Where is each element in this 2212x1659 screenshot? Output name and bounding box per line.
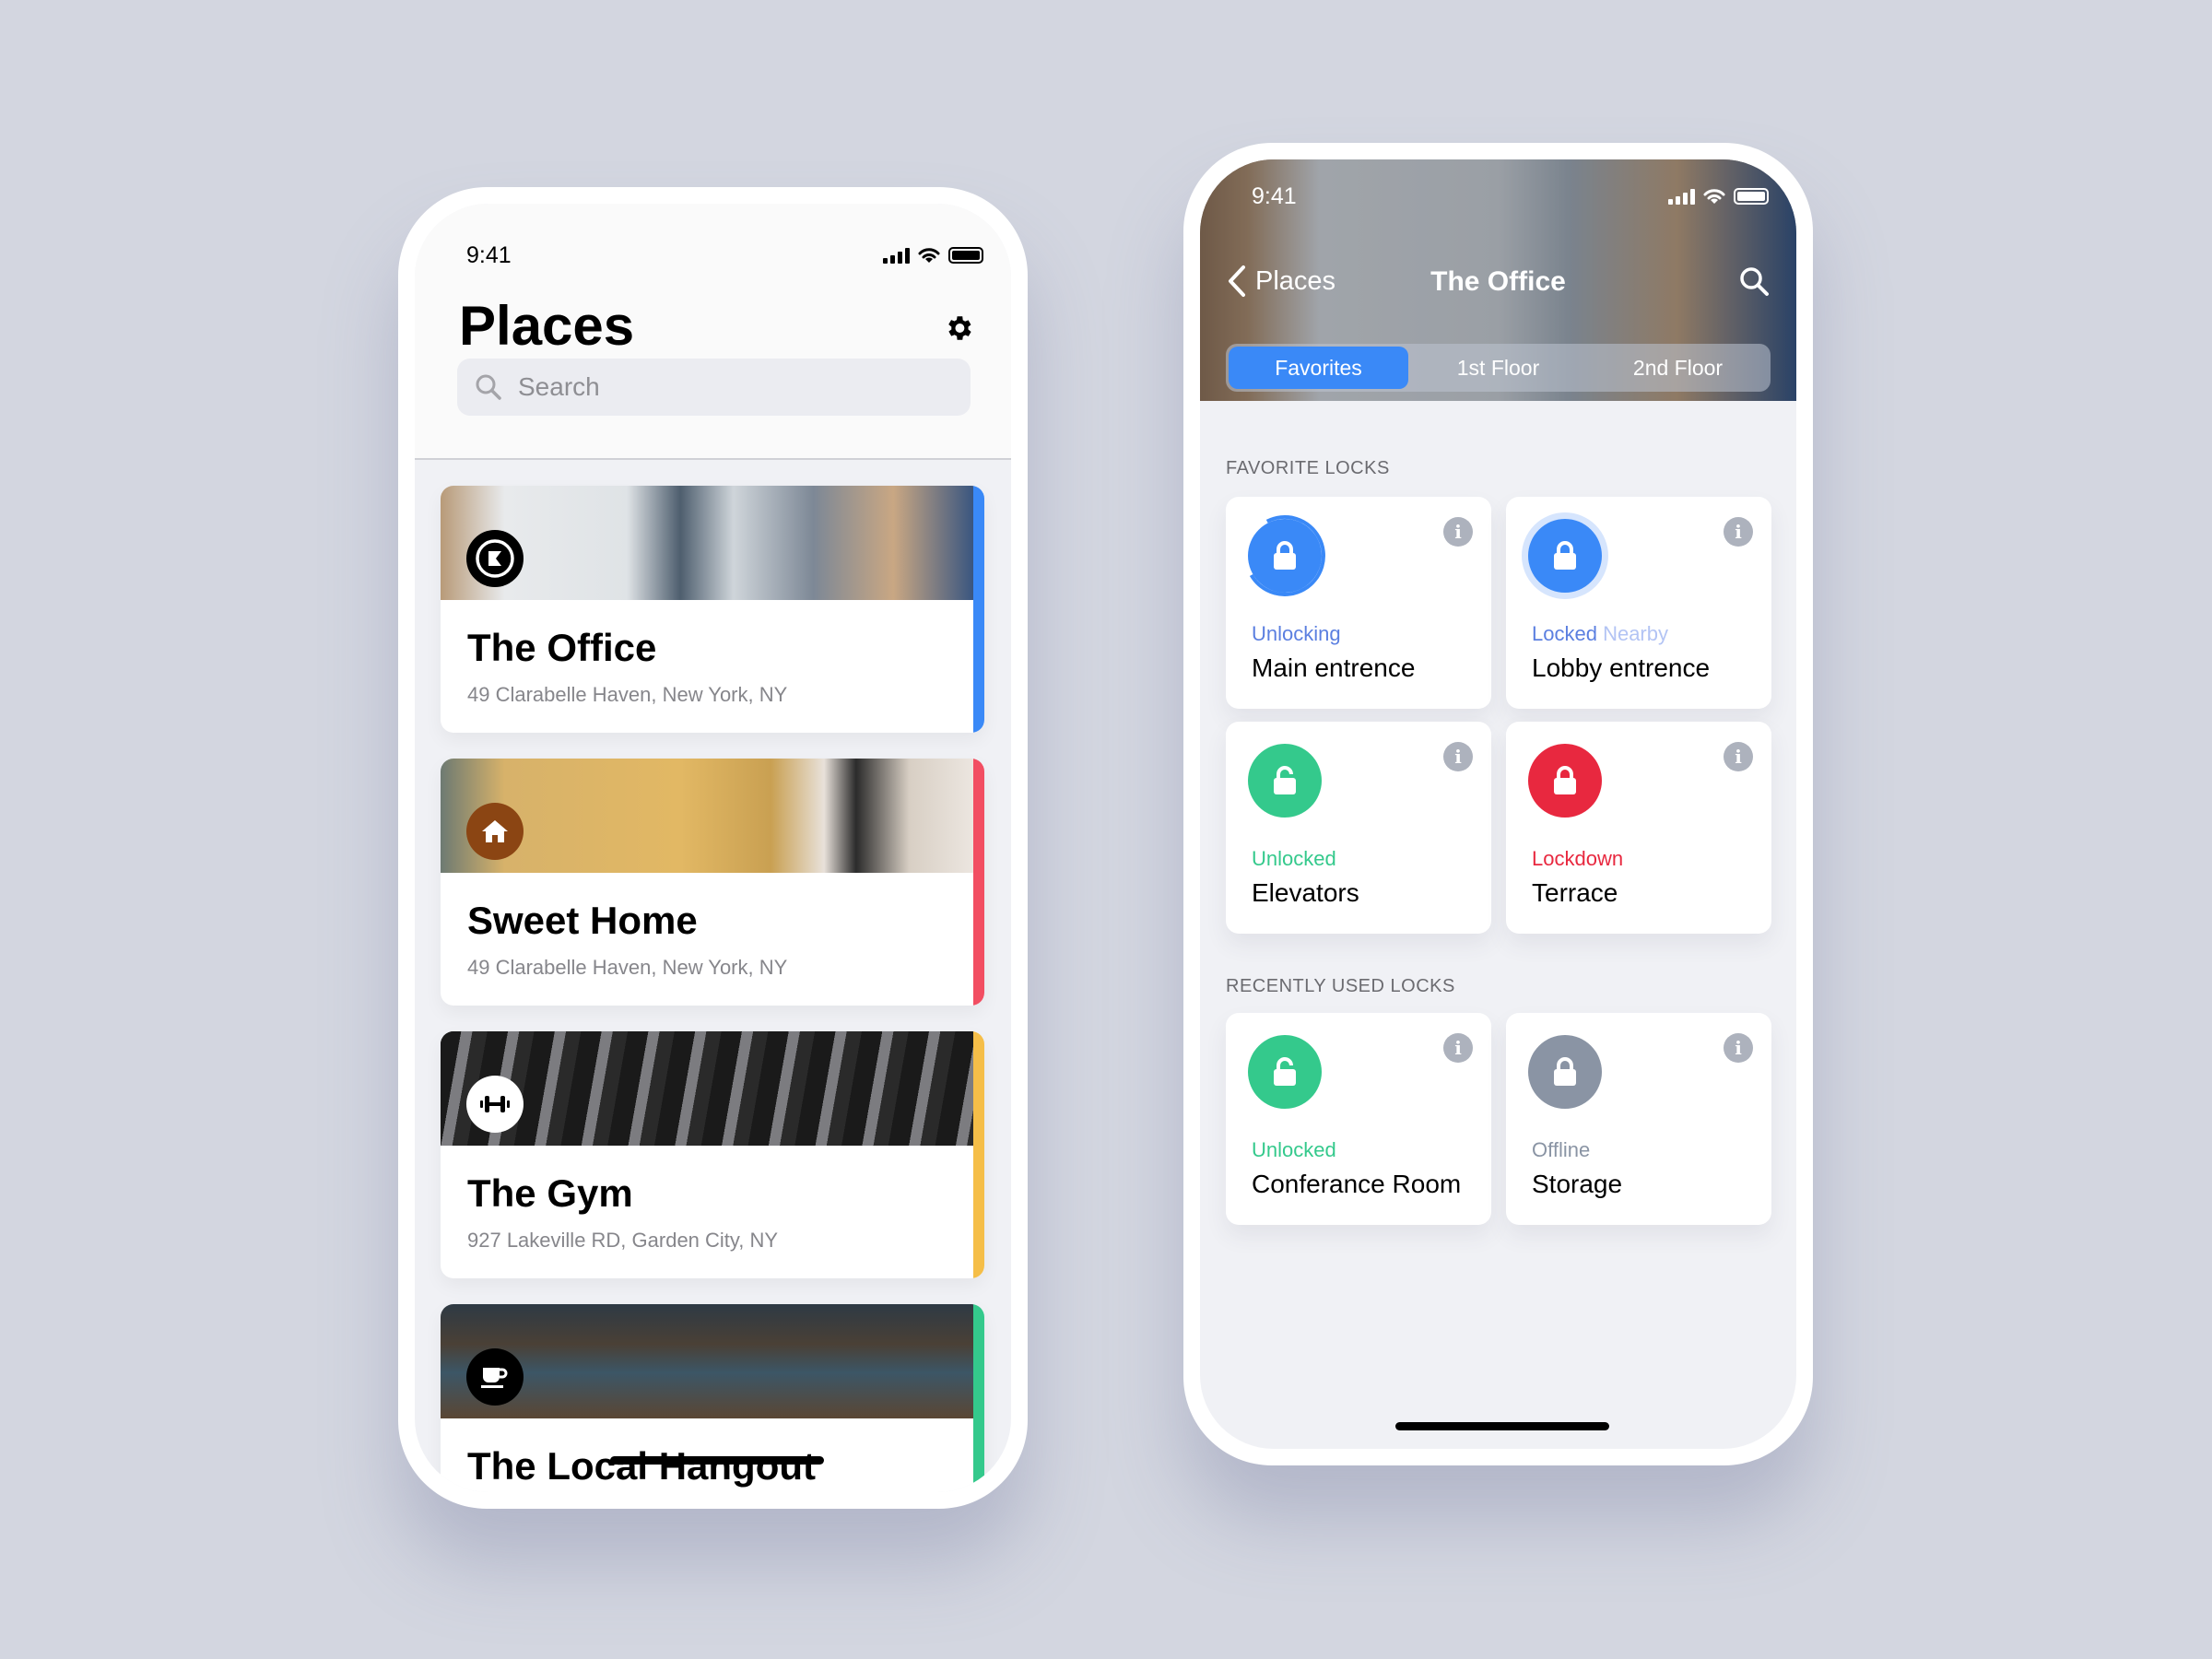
lock-card-storage[interactable]: i Offline Storage (1506, 1013, 1771, 1225)
lock-name: Storage (1532, 1170, 1623, 1198)
accent-stripe (973, 759, 984, 1006)
phone-places: The Office 49 Clarabelle Haven, New York… (398, 187, 1028, 1509)
lock-name: Conferance Room (1252, 1170, 1462, 1198)
info-icon[interactable]: i (1724, 742, 1753, 771)
lock-card-elevators[interactable]: i Unlocked Elevators (1226, 722, 1491, 934)
info-icon[interactable]: i (1724, 517, 1753, 547)
accent-stripe (973, 1304, 984, 1492)
unlock-icon (1274, 766, 1296, 794)
place-photo (441, 1031, 973, 1146)
status-icons (1668, 187, 1769, 206)
status-time: 9:41 (466, 242, 512, 268)
places-header: 9:41 Places (415, 204, 1011, 460)
lock-icon (1554, 1057, 1576, 1086)
wifi-icon (918, 248, 940, 263)
place-name: The Gym (467, 1171, 633, 1215)
section-title-recent: RECENTLY USED LOCKS (1226, 976, 1455, 996)
home-icon (466, 803, 524, 860)
place-photo (441, 486, 973, 600)
accent-stripe (973, 1031, 984, 1278)
page-title: Places (459, 295, 635, 357)
cellular-signal-icon (883, 247, 910, 264)
accent-stripe (973, 486, 984, 733)
kisi-logo-icon (466, 530, 524, 587)
lock-status: Locked Nearby (1532, 622, 1668, 645)
status-time: 9:41 (1252, 183, 1297, 209)
lock-card-terrace[interactable]: i Lockdown Terrace (1506, 722, 1771, 934)
lock-status: Unlocked (1252, 847, 1336, 870)
place-address: 49 Clarabelle Haven, New York, NY (467, 683, 788, 706)
lock-icon (1554, 541, 1576, 570)
lock-button[interactable] (1248, 744, 1322, 818)
home-indicator[interactable] (1395, 1422, 1609, 1430)
locks-screen: 9:41 Places The Office Favorites 1st Flo… (1200, 159, 1796, 1449)
home-indicator[interactable] (610, 1456, 824, 1465)
cellular-signal-icon (1668, 188, 1695, 205)
status-icons (883, 246, 983, 265)
battery-icon (948, 247, 983, 264)
lock-status: Offline (1532, 1138, 1591, 1161)
lock-card-main-entrence[interactable]: i Unlocking Main entrence (1226, 497, 1491, 709)
lock-card-conferance-room[interactable]: i Unlocked Conferance Room (1226, 1013, 1491, 1225)
place-address: 927 Lakeville RD, Garden City, NY (467, 1229, 779, 1252)
places-list: The Office 49 Clarabelle Haven, New York… (441, 486, 984, 1492)
places-screen: The Office 49 Clarabelle Haven, New York… (415, 204, 1011, 1492)
nearby-label: Nearby (1603, 622, 1668, 645)
lock-icon (1554, 766, 1576, 794)
place-address: 49 Clarabelle Haven, New York, NY (467, 956, 788, 979)
nav-title: The Office (1430, 266, 1566, 297)
info-icon[interactable]: i (1724, 1033, 1753, 1063)
place-name: The Local Hangout (467, 1444, 816, 1488)
status-bar: 9:41 (415, 204, 1011, 268)
lock-button[interactable] (1248, 1035, 1322, 1109)
navigation-bar: Places The Office (1200, 259, 1796, 314)
segmented-control: Favorites 1st Floor 2nd Floor (1226, 344, 1771, 392)
phone-office-locks: 9:41 Places The Office Favorites 1st Flo… (1183, 143, 1813, 1465)
info-icon[interactable]: i (1443, 742, 1473, 771)
search-icon[interactable] (1737, 265, 1771, 298)
search-field[interactable] (457, 359, 971, 416)
place-name: The Office (467, 626, 657, 669)
coffee-cup-icon (466, 1348, 524, 1406)
lock-status: Unlocked (1252, 1138, 1336, 1161)
tab-favorites[interactable]: Favorites (1229, 347, 1408, 389)
place-card-gym[interactable]: The Gym 927 Lakeville RD, Garden City, N… (441, 1031, 984, 1278)
dumbbell-icon (466, 1076, 524, 1133)
place-card-office[interactable]: The Office 49 Clarabelle Haven, New York… (441, 486, 984, 733)
lock-card-lobby-entrence[interactable]: i Locked Nearby Lobby entrence (1506, 497, 1771, 709)
lock-name: Lobby entrence (1532, 653, 1711, 682)
wifi-icon (1703, 189, 1725, 204)
battery-icon (1734, 188, 1769, 205)
lock-status: Unlocking (1252, 622, 1341, 645)
unlocking-progress-ring (1249, 514, 1325, 596)
lock-button[interactable] (1248, 514, 1325, 596)
lock-name: Elevators (1252, 878, 1359, 907)
place-name: Sweet Home (467, 899, 698, 942)
tab-2nd-floor[interactable]: 2nd Floor (1588, 347, 1768, 389)
lock-status: Lockdown (1532, 847, 1624, 870)
office-header: 9:41 Places The Office Favorites 1st Flo… (1200, 159, 1796, 401)
search-input[interactable] (518, 372, 916, 402)
place-photo (441, 759, 973, 873)
gear-icon[interactable] (943, 312, 974, 344)
unlock-icon (1274, 1057, 1296, 1086)
lock-name: Main entrence (1252, 653, 1416, 682)
lock-button[interactable] (1528, 519, 1602, 593)
status-bar: 9:41 (1200, 159, 1796, 224)
recent-locks-grid: i Unlocked Conferance Room i Offline Sto… (1226, 1013, 1771, 1225)
place-photo (441, 1304, 973, 1418)
tab-1st-floor[interactable]: 1st Floor (1408, 347, 1588, 389)
lock-button[interactable] (1528, 744, 1602, 818)
place-card-home[interactable]: Sweet Home 49 Clarabelle Haven, New York… (441, 759, 984, 1006)
search-icon (476, 374, 501, 400)
info-icon[interactable]: i (1443, 1033, 1473, 1063)
favorite-locks-grid: i Unlocking Main entrence i Locked Nearb… (1226, 497, 1771, 934)
lock-name: Terrace (1532, 878, 1618, 907)
section-title-favorites: FAVORITE LOCKS (1226, 458, 1390, 478)
info-icon[interactable]: i (1443, 517, 1473, 547)
lock-button[interactable] (1528, 1035, 1602, 1109)
